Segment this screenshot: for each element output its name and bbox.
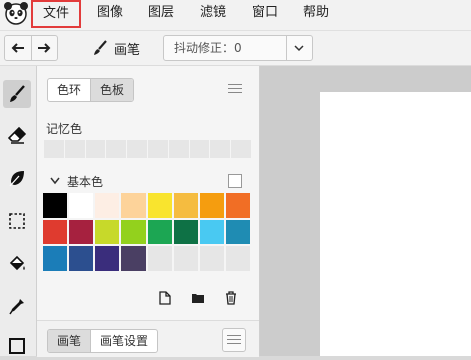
color-swatch[interactable] [225, 193, 250, 218]
tool-palette [0, 66, 37, 356]
menu-image[interactable]: 图像 [97, 3, 123, 23]
color-swatch[interactable] [43, 193, 68, 218]
tool-options-bar: 画笔 抖动修正：0 [0, 31, 471, 66]
eraser-tool[interactable] [3, 121, 31, 149]
memory-slot[interactable] [231, 140, 251, 158]
color-panel: 色环 色板 记忆色 基本色 画笔 画笔设置 [37, 66, 260, 357]
brush-panel-header: 画笔 画笔设置 [37, 320, 259, 357]
color-swatch[interactable] [69, 193, 94, 218]
tab-color-wheel[interactable]: 色环 [48, 79, 90, 101]
panel-menu-icon[interactable] [228, 84, 242, 96]
menu-bar: 文件 图像 图层 滤镜 窗口 帮助 [0, 0, 471, 31]
redo-button[interactable] [32, 36, 58, 60]
redo-arrow-icon [38, 43, 51, 53]
color-swatch[interactable] [95, 246, 120, 271]
undo-button[interactable] [5, 36, 32, 60]
brush-icon [10, 85, 25, 102]
brush-tabs: 画笔 画笔设置 [47, 329, 159, 353]
brush-icon [94, 40, 107, 55]
menu-window[interactable]: 窗口 [252, 3, 278, 23]
new-file-icon [159, 291, 171, 305]
color-swatch[interactable] [147, 219, 172, 245]
chevron-down-icon[interactable] [49, 176, 61, 186]
color-swatch[interactable] [95, 193, 120, 218]
swatch-actions [157, 290, 239, 306]
open-folder-button[interactable] [190, 290, 206, 306]
eyedropper-icon [9, 299, 24, 315]
undo-redo-group [4, 35, 58, 61]
memory-slot[interactable] [64, 140, 85, 158]
color-mode-tabs: 色环 色板 [47, 78, 135, 102]
trash-icon [226, 291, 236, 305]
color-swatch[interactable] [43, 219, 68, 245]
color-swatch[interactable] [199, 246, 224, 271]
memory-slot[interactable] [168, 140, 189, 158]
stabilizer-value: 抖动修正：0 [174, 41, 242, 55]
color-swatch[interactable] [121, 246, 146, 271]
color-swatch[interactable] [199, 219, 224, 245]
dropdown-divider [286, 36, 287, 60]
leaf-icon [9, 171, 24, 187]
eyedropper-tool[interactable] [3, 292, 31, 320]
menu-file[interactable]: 文件 [31, 0, 82, 28]
leaf-tool[interactable] [3, 164, 31, 192]
stabilizer-dropdown[interactable]: 抖动修正：0 [163, 35, 313, 61]
new-swatch-button[interactable] [157, 290, 173, 306]
fill-tool[interactable] [3, 250, 31, 278]
panel-menu-icon [227, 335, 241, 347]
marquee-select-icon [9, 213, 25, 229]
folder-icon [192, 294, 204, 303]
color-swatch[interactable] [121, 219, 146, 245]
brush-panel-menu-button[interactable] [222, 328, 246, 352]
color-swatch[interactable] [69, 219, 94, 245]
color-swatch[interactable] [173, 246, 198, 271]
menu-layer[interactable]: 图层 [148, 3, 174, 23]
memory-colors-title: 记忆色 [46, 122, 83, 136]
delete-swatch-button[interactable] [223, 290, 239, 306]
memory-colors-row [44, 140, 251, 158]
color-swatch[interactable] [225, 219, 250, 245]
canvas-page[interactable] [320, 92, 471, 356]
color-swatch[interactable] [147, 193, 172, 218]
memory-slot[interactable] [85, 140, 106, 158]
current-tool: 画笔 [92, 39, 141, 58]
selection-tool[interactable] [3, 207, 31, 235]
eraser-icon [8, 126, 26, 144]
panda-logo-icon [2, 0, 30, 26]
tab-brush-settings[interactable]: 画笔设置 [90, 330, 157, 352]
color-swatch[interactable] [147, 246, 172, 271]
color-swatch[interactable] [173, 193, 198, 218]
paint-bucket-icon [9, 255, 25, 271]
color-swatch[interactable] [225, 246, 250, 271]
tab-brush[interactable]: 画笔 [48, 330, 91, 352]
color-swatch[interactable] [69, 246, 94, 271]
undo-arrow-icon [11, 43, 24, 53]
canvas-workspace[interactable] [260, 66, 471, 356]
color-swatch[interactable] [43, 246, 68, 271]
memory-slot[interactable] [44, 140, 64, 158]
memory-slot[interactable] [210, 140, 231, 158]
color-swatch[interactable] [199, 193, 224, 218]
basic-colors-title: 基本色 [67, 175, 104, 189]
chevron-down-icon [294, 45, 304, 52]
memory-slot[interactable] [189, 140, 210, 158]
tab-swatches[interactable]: 色板 [90, 79, 134, 101]
color-swatch[interactable] [173, 219, 198, 245]
color-swatch[interactable] [95, 219, 120, 245]
current-tool-label: 画笔 [114, 42, 141, 58]
memory-slot[interactable] [147, 140, 168, 158]
brush-tool[interactable] [3, 80, 31, 108]
menu-help[interactable]: 帮助 [303, 3, 329, 23]
memory-slot[interactable] [127, 140, 147, 158]
menu-filter[interactable]: 滤镜 [200, 3, 226, 23]
square-icon [9, 338, 25, 354]
swatch-grid [43, 193, 250, 271]
basic-colors-checkbox[interactable] [228, 174, 242, 188]
memory-slot[interactable] [106, 140, 127, 158]
color-swatch[interactable] [121, 193, 146, 218]
